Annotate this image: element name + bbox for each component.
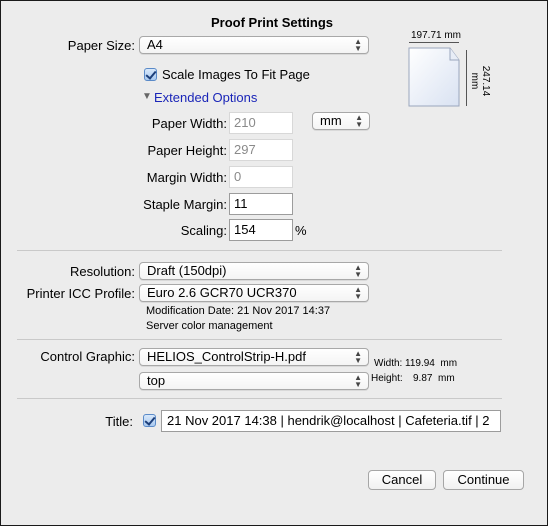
preview-width-label: 197.71 mm	[410, 30, 462, 41]
scale-to-fit-checkbox[interactable]	[144, 68, 157, 81]
control-width-value: 119.94 mm	[405, 358, 458, 369]
icc-profile-label: Printer ICC Profile:	[26, 286, 135, 301]
control-height-label: Height:	[371, 373, 403, 384]
icc-profile-value: Euro 2.6 GCR70 UCR370	[147, 285, 297, 300]
continue-button[interactable]: Continue	[443, 470, 524, 490]
dialog-title: Proof Print Settings	[210, 15, 334, 30]
control-height-value: 9.87 mm	[413, 373, 455, 384]
paper-height-label: Paper Height:	[147, 143, 228, 158]
server-color-management-text: Server color management	[146, 320, 273, 332]
popup-arrows-icon: ▲ ▼	[354, 373, 362, 389]
scaling-field[interactable]: 154	[229, 219, 293, 241]
resolution-label: Resolution:	[69, 264, 135, 279]
preview-height-label: 247.14 mm	[469, 65, 491, 97]
separator	[17, 250, 502, 251]
separator	[17, 339, 502, 340]
control-graphic-position-select[interactable]: top ▲ ▼	[139, 372, 369, 390]
title-label: Title:	[105, 414, 133, 429]
popup-arrows-icon: ▲ ▼	[354, 349, 362, 365]
paper-height-field[interactable]: 297	[229, 139, 293, 161]
staple-margin-label: Staple Margin:	[143, 197, 227, 212]
icc-profile-select[interactable]: Euro 2.6 GCR70 UCR370 ▲ ▼	[139, 284, 369, 302]
title-checkbox[interactable]	[143, 414, 156, 427]
control-graphic-position-value: top	[147, 373, 166, 388]
paper-size-label: Paper Size:	[67, 38, 135, 53]
control-graphic-label: Control Graphic:	[40, 349, 135, 364]
separator	[17, 398, 502, 399]
paper-size-select[interactable]: A4 ▲ ▼	[139, 36, 369, 54]
extended-options-toggle[interactable]: Extended Options	[154, 90, 257, 105]
paper-size-value: A4	[147, 37, 163, 52]
unit-value: mm	[320, 113, 342, 128]
page-preview-icon	[408, 47, 460, 107]
control-graphic-value: HELIOS_ControlStrip-H.pdf	[147, 349, 306, 364]
width-dimension-arrow-icon	[409, 42, 459, 43]
scaling-label: Scaling:	[180, 223, 227, 238]
popup-arrows-icon: ▲ ▼	[354, 263, 362, 279]
popup-arrows-icon: ▲ ▼	[355, 113, 363, 129]
height-dimension-arrow-icon	[466, 50, 467, 106]
paper-width-field[interactable]: 210	[229, 112, 293, 134]
proof-print-dialog: Proof Print Settings Paper Size: A4 ▲ ▼ 1…	[0, 0, 548, 526]
margin-width-field[interactable]: 0	[229, 166, 293, 188]
resolution-value: Draft (150dpi)	[147, 263, 227, 278]
cancel-button[interactable]: Cancel	[368, 470, 436, 490]
margin-width-label: Margin Width:	[146, 170, 227, 185]
title-field[interactable]: 21 Nov 2017 14:38 | hendrik@localhost | …	[161, 410, 501, 432]
staple-margin-field[interactable]: 11	[229, 193, 293, 215]
scale-to-fit-label[interactable]: Scale Images To Fit Page	[162, 67, 310, 82]
resolution-select[interactable]: Draft (150dpi) ▲ ▼	[139, 262, 369, 280]
paper-width-label: Paper Width:	[151, 116, 227, 131]
popup-arrows-icon: ▲ ▼	[354, 285, 362, 301]
control-graphic-select[interactable]: HELIOS_ControlStrip-H.pdf ▲ ▼	[139, 348, 369, 366]
control-width-label: Width:	[374, 358, 403, 369]
scaling-unit: %	[295, 223, 307, 238]
popup-arrows-icon: ▲ ▼	[354, 37, 362, 53]
disclosure-triangle-icon[interactable]: ▼	[142, 91, 152, 102]
unit-select[interactable]: mm ▲ ▼	[312, 112, 370, 130]
icc-modification-date: Modification Date: 21 Nov 2017 14:37	[146, 305, 331, 317]
